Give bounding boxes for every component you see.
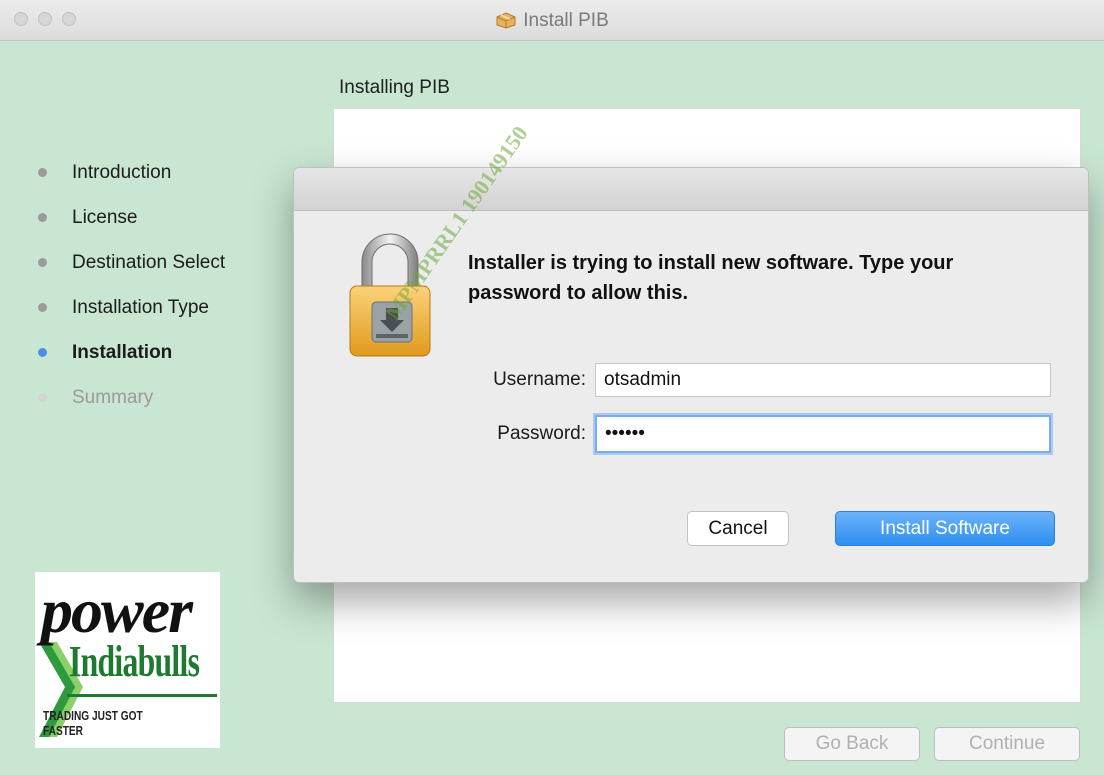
window-titlebar: Install PIB <box>0 0 1104 41</box>
step-dot <box>38 213 47 222</box>
section-title: Installing PIB <box>339 77 450 98</box>
step-label: Destination Select <box>72 251 226 273</box>
password-label: Password: <box>497 423 586 444</box>
step-installation-type: Installation Type <box>38 285 225 330</box>
step-dot <box>38 168 47 177</box>
logo-name: Indiabulls <box>69 637 200 686</box>
window-title: Install PIB <box>0 10 1104 32</box>
package-icon <box>496 12 516 29</box>
step-label: Introduction <box>72 161 172 183</box>
auth-dialog: Installer is trying to install new softw… <box>293 167 1089 583</box>
step-label: License <box>72 206 138 228</box>
step-license: License <box>38 195 225 240</box>
power-indiabulls-logo: power Indiabulls TRADING JUST GOT FASTER <box>35 572 220 748</box>
continue-button[interactable]: Continue <box>934 727 1080 761</box>
logo-tagline: TRADING JUST GOT FASTER <box>43 708 143 738</box>
step-label: Installation Type <box>72 296 209 318</box>
dialog-titlebar <box>294 168 1088 211</box>
username-label: Username: <box>493 369 586 390</box>
install-software-button[interactable]: Install Software <box>835 511 1055 546</box>
step-dot <box>38 258 47 267</box>
step-installation: Installation <box>38 330 225 375</box>
step-dot-active <box>38 348 47 357</box>
go-back-button[interactable]: Go Back <box>784 727 920 761</box>
step-introduction: Introduction <box>38 150 225 195</box>
step-dot <box>38 303 47 312</box>
step-summary: Summary <box>38 375 225 420</box>
step-dot <box>38 393 47 402</box>
password-input[interactable] <box>595 415 1051 453</box>
window-title-text: Install PIB <box>523 10 609 31</box>
cancel-button[interactable]: Cancel <box>687 511 789 546</box>
step-label: Installation <box>72 341 173 363</box>
step-label: Summary <box>72 386 154 408</box>
username-input[interactable] <box>595 363 1051 397</box>
step-destination-select: Destination Select <box>38 240 225 285</box>
dialog-message: Installer is trying to install new softw… <box>468 252 954 304</box>
logo-divider <box>67 694 217 697</box>
installer-steps: Introduction License Destination Select … <box>38 150 225 420</box>
